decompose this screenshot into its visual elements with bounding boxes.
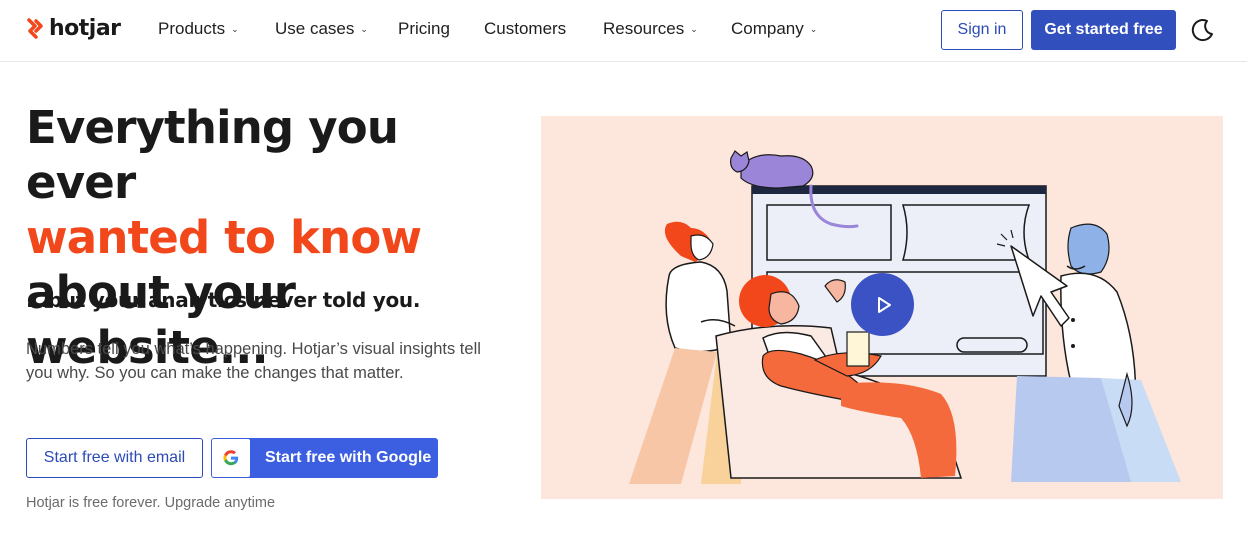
moon-icon[interactable] — [1190, 17, 1216, 43]
play-icon — [877, 296, 891, 313]
start-free-email-button[interactable]: Start free with email — [26, 438, 203, 478]
nav-item-customers[interactable]: Customers — [484, 19, 566, 39]
chevron-down-icon: ⌄ — [231, 23, 239, 34]
nav-item-resources[interactable]: Resources ⌄ — [603, 19, 698, 39]
nav-item-label: Resources — [603, 19, 685, 38]
get-started-free-button[interactable]: Get started free — [1031, 10, 1176, 50]
chevron-down-icon: ⌄ — [690, 23, 698, 34]
nav-item-use-cases[interactable]: Use cases ⌄ — [275, 19, 368, 39]
nav-item-label: Products — [158, 19, 226, 38]
chevron-down-icon: ⌄ — [809, 23, 818, 34]
sign-in-button[interactable]: Sign in — [941, 10, 1023, 50]
nav-item-company[interactable]: Company ⌄ — [731, 19, 817, 39]
start-free-google-button[interactable]: Start free with Google — [211, 438, 438, 478]
hero-subhead: ...but your analytics never told you. — [26, 288, 421, 312]
play-video-button[interactable] — [851, 273, 914, 336]
hotjar-logo[interactable]: hotjar — [26, 16, 121, 41]
nav-item-label: Pricing — [398, 19, 450, 38]
google-button-label: Start free with Google — [265, 449, 432, 466]
logo-text: hotjar — [49, 16, 121, 41]
hero-headline: Everything you ever wanted to know about… — [26, 100, 516, 375]
chevron-down-icon: ⌄ — [360, 23, 368, 34]
headline-part1: Everything you ever — [26, 101, 399, 209]
nav-item-label: Use cases — [275, 19, 355, 38]
top-navigation: hotjar Products ⌄ Use cases ⌄ Pricing Cu… — [0, 0, 1247, 62]
google-icon — [212, 439, 250, 477]
hero-body-text: Numbers tell you what’s happening. Hotja… — [26, 340, 481, 382]
free-forever-note: Hotjar is free forever. Upgrade anytime — [26, 495, 276, 511]
nav-item-pricing[interactable]: Pricing — [398, 19, 450, 39]
hotjar-logo-icon — [27, 17, 43, 39]
nav-item-products[interactable]: Products ⌄ — [158, 19, 239, 39]
headline-highlight: wanted to know — [26, 211, 422, 264]
nav-item-label: Customers — [484, 19, 567, 38]
nav-item-label: Company — [731, 19, 804, 38]
